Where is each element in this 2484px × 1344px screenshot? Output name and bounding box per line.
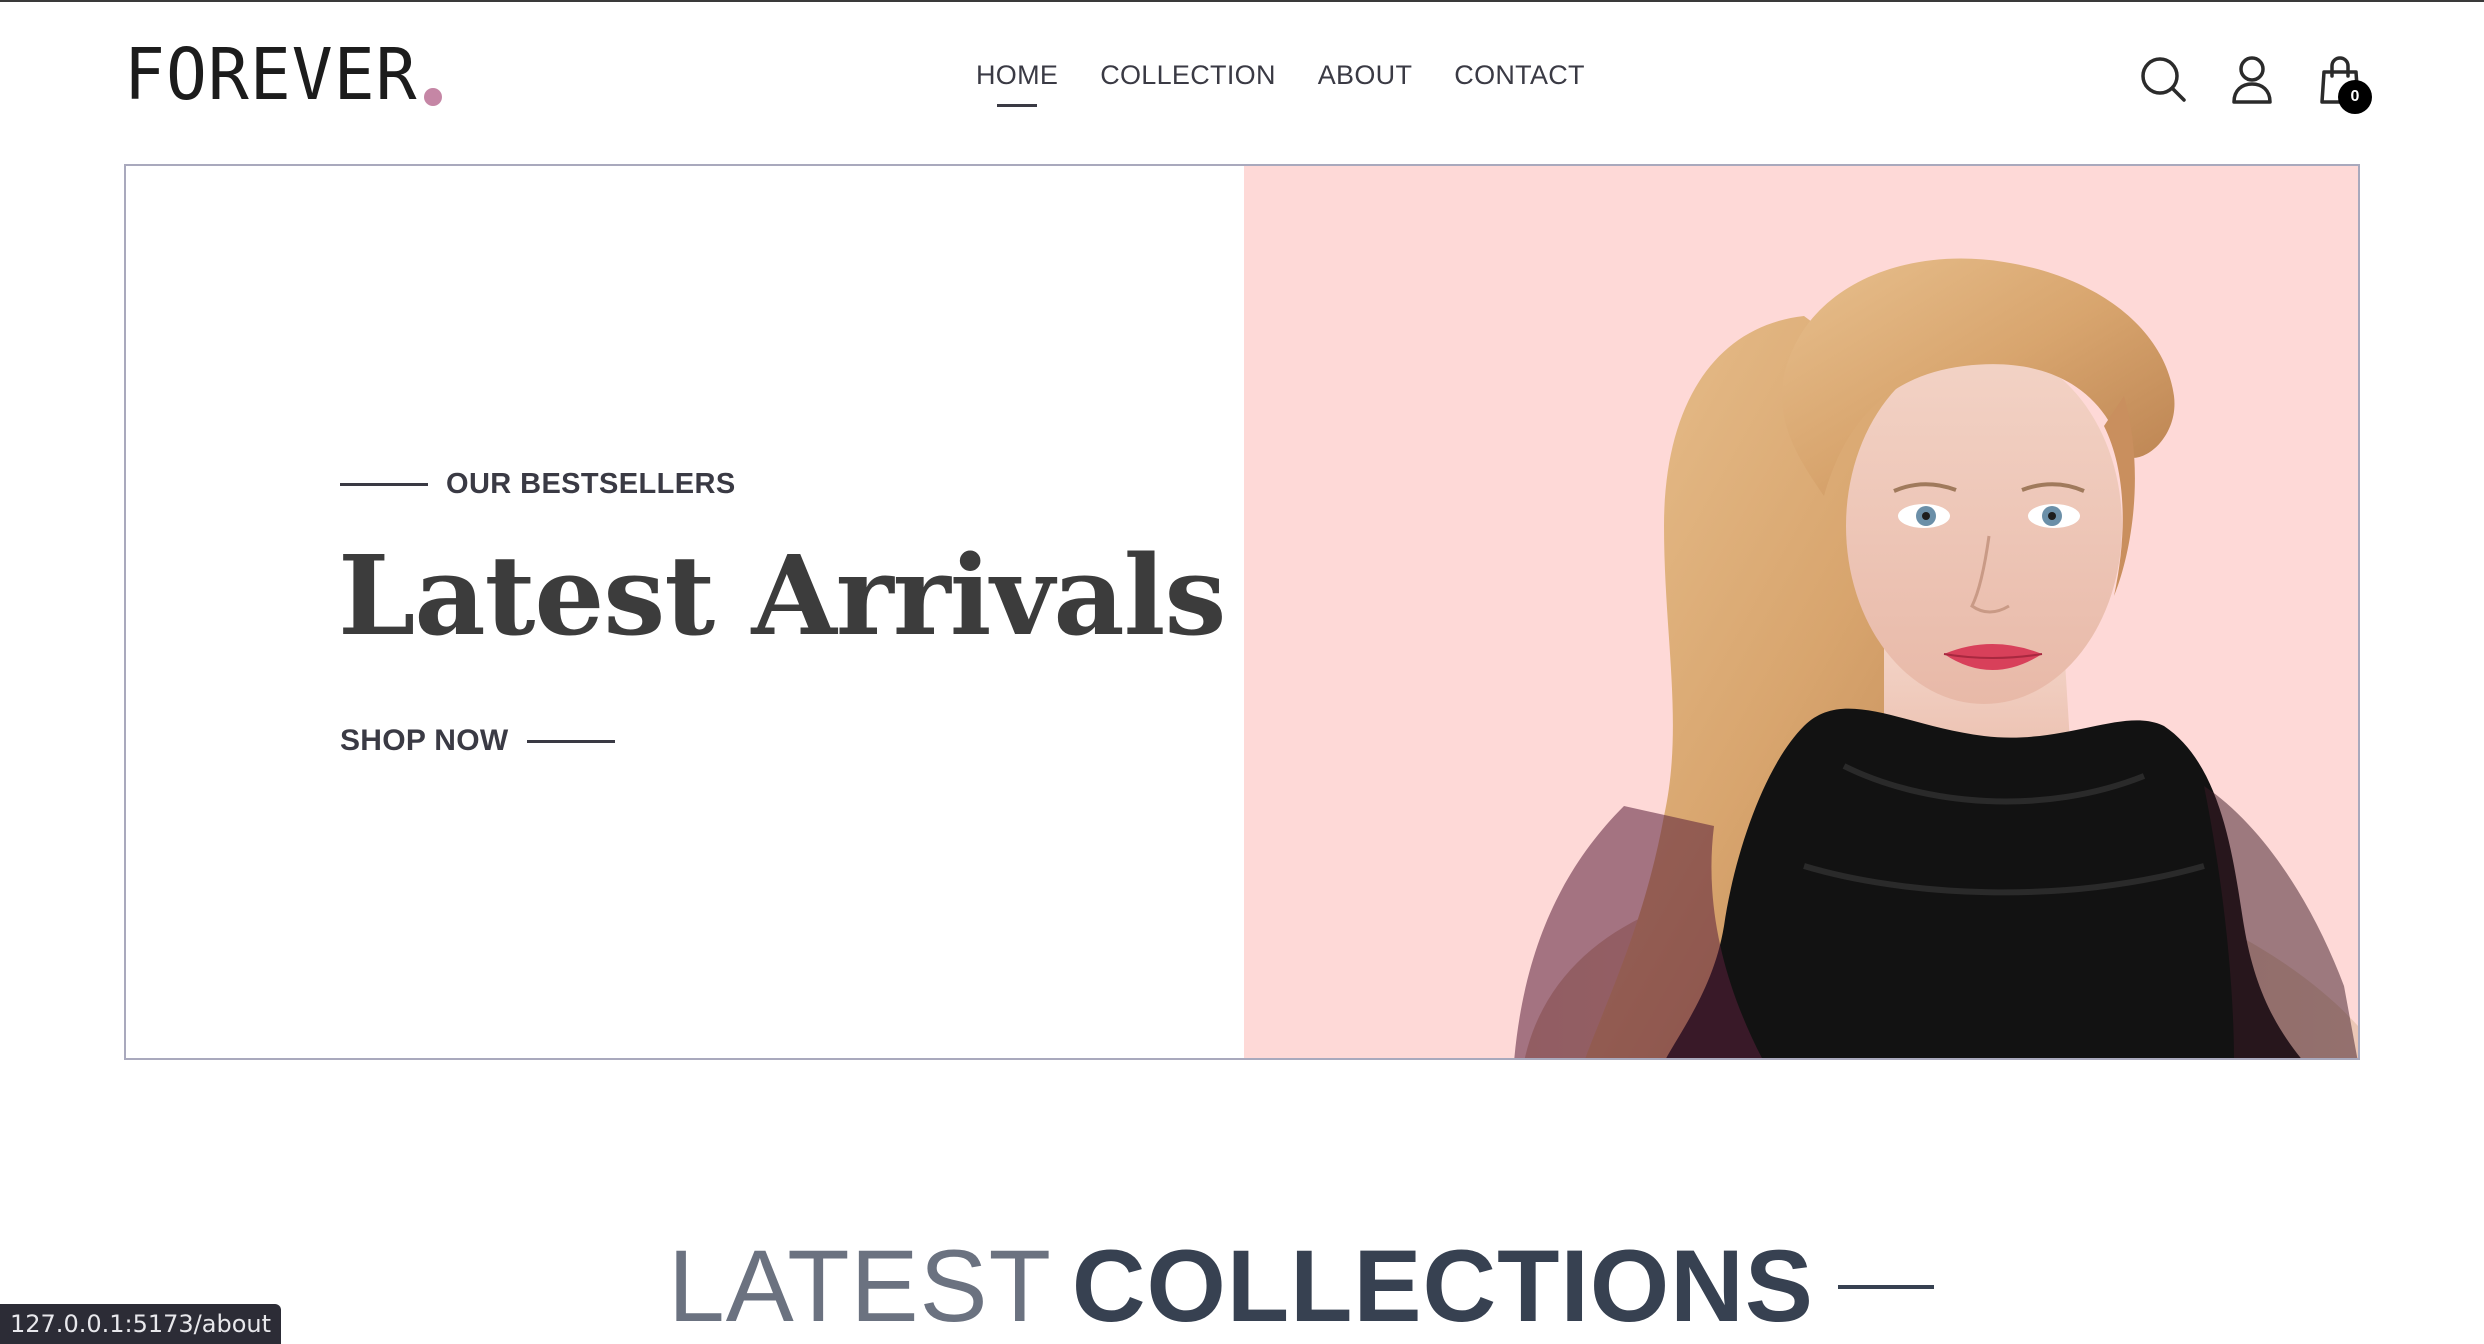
- shop-now-label: SHOP NOW: [340, 724, 509, 757]
- nav-item-label: COLLECTION: [1100, 60, 1276, 90]
- site-header: FOREVER HOME COLLECTION ABOUT CONTACT 0: [0, 0, 2484, 150]
- nav-item-collection[interactable]: COLLECTION: [1100, 60, 1276, 91]
- eyebrow-line: [340, 483, 428, 486]
- main-nav: HOME COLLECTION ABOUT CONTACT: [976, 60, 1585, 107]
- nav-item-label: CONTACT: [1454, 60, 1585, 90]
- model-portrait-illustration: [1514, 258, 2358, 1058]
- search-button[interactable]: [2136, 52, 2192, 108]
- cart-count-badge: 0: [2338, 80, 2372, 114]
- section-title-dark: COLLECTIONS: [1071, 1229, 1814, 1343]
- nav-item-about[interactable]: ABOUT: [1318, 60, 1413, 91]
- profile-button[interactable]: [2224, 52, 2280, 108]
- brand-name: FOREVER: [124, 34, 418, 117]
- nav-item-contact[interactable]: CONTACT: [1454, 60, 1585, 91]
- latest-collections-heading: LATEST COLLECTIONS: [668, 1228, 1934, 1344]
- hero-text-panel: OUR BESTSELLERS Latest Arrivals SHOP NOW: [126, 166, 1244, 1058]
- section-title-line: [1837, 1284, 1934, 1289]
- brand-dot: [423, 88, 442, 106]
- active-indicator: [997, 104, 1038, 107]
- shop-now-link[interactable]: SHOP NOW: [340, 724, 615, 758]
- section-title-light: LATEST: [668, 1229, 1052, 1343]
- nav-item-home[interactable]: HOME: [976, 60, 1059, 107]
- shop-now-line: [526, 739, 615, 743]
- hero-title: Latest Arrivals: [338, 531, 1226, 660]
- hero-eyebrow: OUR BESTSELLERS: [340, 468, 736, 501]
- hero-image: [1244, 166, 2358, 1058]
- cart-button[interactable]: 0: [2312, 52, 2372, 114]
- nav-item-label: ABOUT: [1317, 60, 1413, 90]
- brand-logo[interactable]: FOREVER: [124, 34, 442, 117]
- nav-item-label: HOME: [976, 60, 1059, 90]
- hero-banner: OUR BESTSELLERS Latest Arrivals SHOP NOW: [124, 164, 2360, 1060]
- eyebrow-text: OUR BESTSELLERS: [446, 468, 736, 500]
- search-icon: [2141, 57, 2186, 102]
- browser-status-url: 127.0.0.1:5173/about: [0, 1304, 281, 1344]
- user-icon: [2232, 56, 2272, 104]
